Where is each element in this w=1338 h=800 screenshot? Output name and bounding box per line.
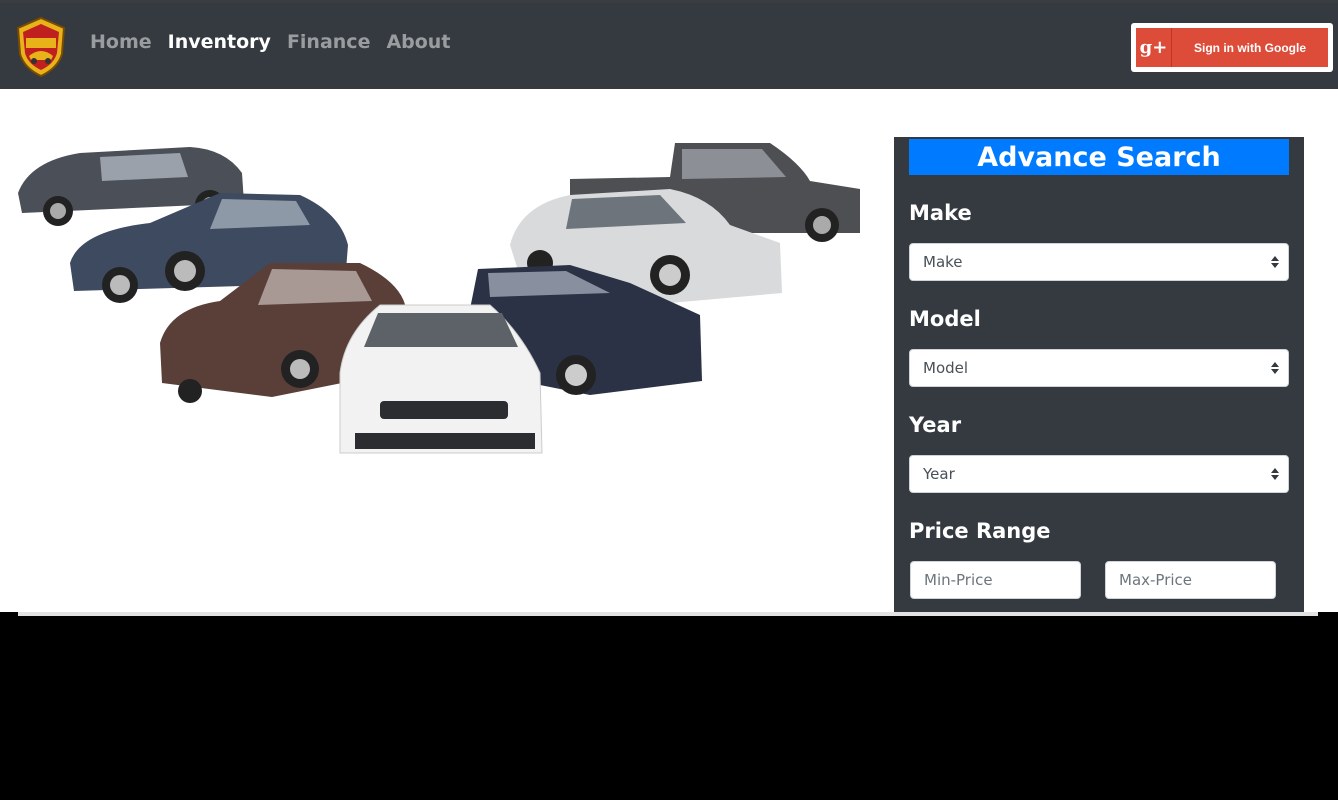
advanced-search-panel: Advance Search Make Make Model Model Yea… bbox=[894, 137, 1304, 612]
main-nav: Home Inventory Finance About bbox=[90, 31, 466, 53]
cars-hero-image bbox=[18, 143, 860, 454]
navbar: Home Inventory Finance About g+ Sign in … bbox=[0, 3, 1338, 89]
google-signin-label: Sign in with Google bbox=[1194, 40, 1306, 55]
model-select[interactable]: Model bbox=[909, 349, 1289, 387]
make-select-value: Make bbox=[923, 253, 963, 271]
year-label: Year bbox=[909, 413, 962, 437]
main-content: Advance Search Make Make Model Model Yea… bbox=[0, 89, 1338, 612]
nav-about[interactable]: About bbox=[386, 31, 450, 53]
search-title: Advance Search bbox=[909, 139, 1289, 175]
model-select-value: Model bbox=[923, 359, 969, 377]
dealer-logo[interactable] bbox=[14, 16, 68, 78]
model-label: Model bbox=[909, 307, 981, 331]
year-select[interactable]: Year bbox=[909, 455, 1289, 493]
price-range-label: Price Range bbox=[909, 519, 1051, 543]
nav-home[interactable]: Home bbox=[90, 31, 152, 53]
select-caret-icon bbox=[1271, 362, 1279, 374]
min-price-input[interactable]: Min-Price bbox=[910, 561, 1081, 599]
nav-inventory[interactable]: Inventory bbox=[168, 31, 271, 53]
google-signin-button[interactable]: g+ Sign in with Google bbox=[1136, 28, 1328, 67]
max-price-input[interactable]: Max-Price bbox=[1105, 561, 1276, 599]
make-label: Make bbox=[909, 201, 972, 225]
make-select[interactable]: Make bbox=[909, 243, 1289, 281]
select-caret-icon bbox=[1271, 256, 1279, 268]
empty-black-area bbox=[0, 616, 1338, 800]
google-plus-icon: g+ bbox=[1136, 28, 1172, 67]
year-select-value: Year bbox=[923, 465, 955, 483]
google-signin-container: g+ Sign in with Google bbox=[1131, 23, 1333, 72]
car-white-sedan bbox=[339, 304, 543, 454]
select-caret-icon bbox=[1271, 468, 1279, 480]
nav-finance[interactable]: Finance bbox=[287, 31, 371, 53]
